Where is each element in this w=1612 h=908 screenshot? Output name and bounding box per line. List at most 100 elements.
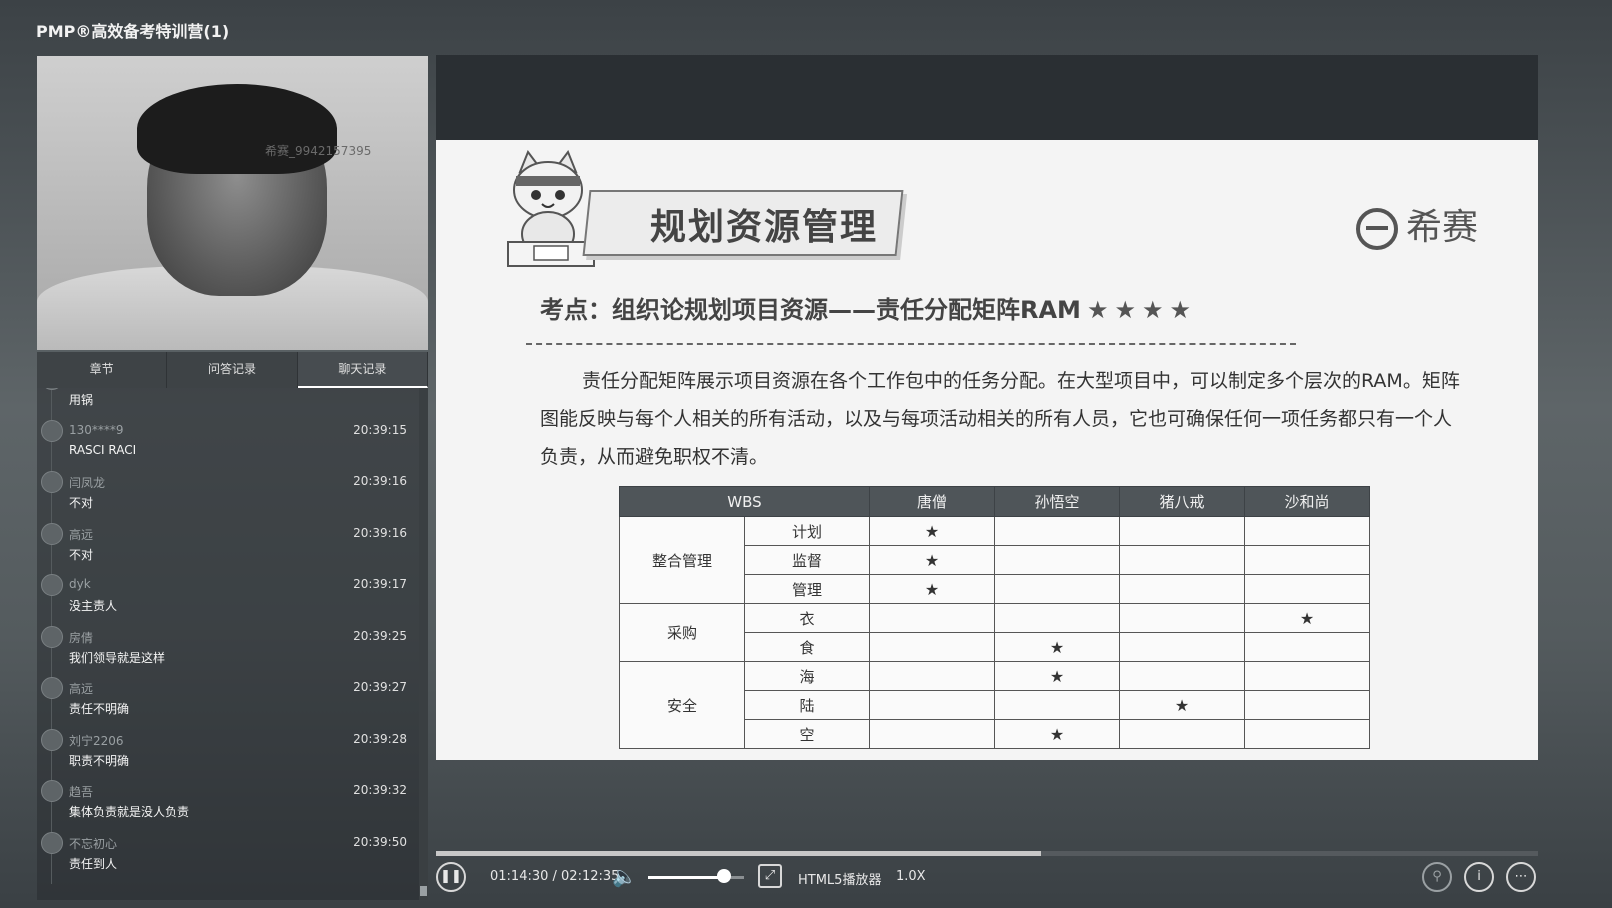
expand-icon: ⤢	[764, 868, 776, 883]
ram-mark-cell	[994, 516, 1120, 546]
chat-time: 20:39:16	[353, 474, 407, 488]
ram-header-shaheshang: 沙和尚	[1244, 486, 1370, 517]
ram-header-wbs: WBS	[619, 486, 870, 517]
thread-line	[51, 750, 52, 781]
chat-username: 高远	[69, 682, 94, 696]
volume-slider-knob[interactable]	[716, 869, 731, 883]
xisai-logo: 希赛	[1356, 198, 1478, 250]
tab-chat-records[interactable]: 聊天记录	[297, 352, 428, 388]
time-display: 01:14:30 / 02:12:35	[490, 869, 620, 884]
slide-title: 规划资源管理	[650, 207, 879, 248]
ram-task-cell: 海	[744, 661, 870, 691]
avatar	[41, 677, 63, 699]
chat-username: 不忘初心	[69, 836, 118, 851]
slide: 规划资源管理 希赛 考点：组织论规划项目资源——责任分配矩阵RAM ★★★★ 责任…	[436, 140, 1538, 760]
chat-message: 不忘初心 20:39:50 责任到人	[37, 830, 407, 884]
keypoint-text: 考点：组织论规划项目资源——责任分配矩阵RAM	[540, 296, 1081, 324]
search-button[interactable]: ⚲	[1422, 862, 1452, 892]
ram-mark-cell	[1244, 545, 1370, 575]
thread-line	[51, 493, 52, 523]
chat-text: 没主责人	[69, 599, 118, 613]
chat-time: 20:39:25	[353, 628, 407, 643]
ram-mark-cell	[1119, 719, 1245, 749]
chat-username: 闫凤龙	[69, 476, 106, 490]
ram-table-header: WBS 唐僧 孙悟空 猪八戒 沙和尚	[619, 486, 1370, 517]
ram-mark-cell: ★	[1119, 690, 1245, 720]
playback-speed[interactable]: 1.0X	[896, 869, 926, 884]
ram-mark-cell	[1244, 516, 1370, 546]
ram-task-cell: 空	[744, 719, 870, 749]
chat-text: 用锅	[69, 393, 94, 407]
volume-slider-fill	[648, 876, 724, 879]
slide-paragraph: 责任分配矩阵展示项目资源在各个工作包中的任务分配。在大型项目中，可以制定多个层次…	[540, 370, 1460, 468]
tab-chapters[interactable]: 章节	[37, 352, 168, 388]
thread-line	[51, 699, 52, 729]
thread-line	[51, 853, 52, 884]
chat-text: 集体负责就是没人负责	[69, 805, 190, 819]
ram-task-cell: 食	[744, 632, 870, 662]
ram-mark-cell: ★	[869, 574, 995, 604]
chat-message: 闫凤龙 20:39:16 不对	[37, 469, 407, 523]
tab-qa-records[interactable]: 问答记录	[167, 352, 298, 388]
chat-time: 20:39:16	[353, 525, 407, 540]
ram-mark-cell	[1244, 632, 1370, 662]
chat-message: 130****9 20:39:15 RASCI RACI	[37, 418, 407, 472]
ram-mark-cell	[869, 719, 995, 749]
logo-mark-icon	[1356, 208, 1398, 250]
chat-username: 趋吾	[69, 785, 94, 799]
ram-mark-cell	[869, 661, 995, 691]
speaker-icon: 🔈	[612, 864, 637, 888]
avatar	[41, 728, 63, 751]
ram-mark-cell	[1119, 603, 1245, 633]
ram-mark-cell: ★	[869, 516, 995, 546]
thread-line	[51, 802, 52, 832]
avatar	[41, 522, 63, 545]
chat-time: 20:39:32	[353, 783, 407, 797]
chat-scrollbar-thumb[interactable]	[420, 886, 427, 896]
ram-group-cell: 采购	[619, 603, 745, 662]
ram-group-cell: 整合管理	[619, 516, 745, 604]
fullscreen-button[interactable]: ⤢	[758, 864, 782, 888]
ram-mark-cell	[1119, 574, 1245, 604]
chat-scrollbar[interactable]	[419, 388, 428, 900]
ram-mark-cell	[869, 690, 995, 720]
thread-line	[51, 596, 52, 626]
ram-mark-cell	[1244, 574, 1370, 604]
pause-button[interactable]: ❚❚	[436, 862, 466, 892]
player-controls: ❚❚ 01:14:30 / 02:12:35 🔈 ⤢ HTML5播放器 1.0X…	[436, 856, 1538, 898]
chat-username: 刘宁2206	[69, 733, 124, 748]
ram-row: 采购衣 ★	[619, 603, 1370, 662]
more-button[interactable]: ⋯	[1506, 862, 1536, 892]
avatar	[41, 625, 63, 648]
chat-text: RASCI RACI	[69, 442, 137, 457]
ram-mark-cell	[869, 632, 995, 662]
keypoint-stars: ★★★★	[1086, 296, 1197, 324]
ram-row: 整合管理 计划 ★	[619, 516, 1370, 604]
chat-message: dyk 20:39:17 没主责人	[37, 572, 407, 626]
ram-mark-cell	[1244, 719, 1370, 749]
info-button[interactable]: i	[1464, 862, 1494, 892]
volume-button[interactable]: 🔈	[612, 864, 637, 888]
chat-message: 高远 20:39:16 不对	[37, 521, 407, 575]
ram-mark-cell: ★	[994, 632, 1120, 662]
camera-watermark: 希赛_9942157395	[265, 144, 372, 158]
thread-line	[51, 544, 52, 575]
search-icon: ⚲	[1432, 869, 1442, 884]
chat-message: 趋吾 20:39:32 集体负责就是没人负责	[37, 778, 407, 832]
ram-mark-cell	[1119, 632, 1245, 662]
ram-mark-cell: ★	[994, 661, 1120, 691]
camera-feed: 希赛_9942157395	[37, 56, 428, 350]
ram-mark-cell	[1244, 661, 1370, 691]
ram-group-cell: 安全	[619, 661, 745, 749]
chat-username: 高远	[69, 527, 94, 542]
chat-time: 20:39:17	[353, 577, 407, 591]
dashed-divider	[526, 343, 1296, 345]
more-icon: ⋯	[1514, 869, 1528, 884]
avatar	[41, 388, 63, 390]
ram-mark-cell	[1119, 661, 1245, 691]
chat-time: 20:39:15	[353, 422, 407, 437]
player-type-label[interactable]: HTML5播放器	[798, 869, 881, 888]
ram-mark-cell: ★	[994, 719, 1120, 749]
chat-username: dyk	[69, 577, 91, 591]
ram-mark-cell	[1119, 545, 1245, 575]
